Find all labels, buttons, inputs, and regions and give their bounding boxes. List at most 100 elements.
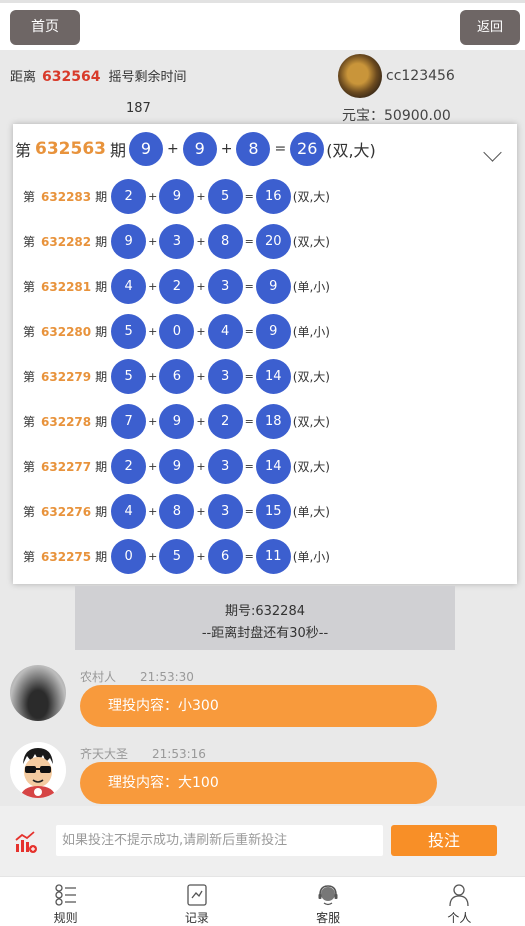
result-tag: (单,小) [292,550,330,564]
tab-label: 个人 [447,911,472,925]
plus-sign: + [148,460,158,473]
history-issue-number: 632281 [41,279,92,294]
collapse-chevron-icon[interactable] [483,132,511,162]
back-button[interactable]: 返回 [460,10,520,45]
equals-sign: = [244,460,254,473]
result-ball: 5 [159,539,195,574]
history-issue-number: 632282 [41,234,92,249]
result-ball: 9 [182,132,217,166]
history-issue-number: 632277 [41,459,92,474]
result-ball: 5 [207,179,243,214]
issue-suffix: 期 [110,141,127,160]
bet-input[interactable] [56,825,383,856]
issue-suffix: 期 [95,505,108,519]
history-issue-number: 632275 [41,549,92,564]
result-ball: 9 [111,224,147,259]
plus-sign: + [196,325,206,338]
bet-bar: 投注 [0,806,525,876]
issue-suffix: 期 [95,415,108,429]
period-notice: 期号:632284 --距离封盘还有30秒-- [75,586,455,650]
issue-prefix: 第 [23,415,36,429]
result-sum-ball: 11 [255,539,291,574]
equals-sign: = [244,505,254,518]
history-result-row: 第 632277 期 2 +9 +3 = 14 (双,大) [23,449,330,484]
history-result-row: 第 632280 期 5 +0 +4 = 9 (单,小) [23,314,330,349]
balance: 元宝：50900.00 [342,108,451,124]
result-tag: (双,大) [292,190,330,204]
equals-sign: = [244,415,254,428]
result-tag: (双,大) [292,460,330,474]
history-result-row: 第 632279 期 5 +6 +3 = 14 (双,大) [23,359,330,394]
draw-info: 距离 632564 摇号剩余时间 187 cc123456 元宝：50900.00 [0,50,525,130]
issue-prefix: 第 [15,141,32,160]
cartoon-avatar-icon [10,742,66,798]
countdown-timer: 187 [126,101,151,116]
plus-sign: + [148,415,158,428]
plus-sign: + [148,190,158,203]
trend-chart-icon[interactable] [14,830,38,854]
results-dropdown: 第 632563 期 9 + 9 + 8 = 26 (双,大) 第 632283 期… [13,124,517,584]
result-ball: 3 [207,269,243,304]
result-tag: (双,大) [292,415,330,429]
result-ball: 5 [111,314,147,349]
plus-sign: + [196,280,206,293]
plus-sign: + [196,190,206,203]
plus-sign: + [148,505,158,518]
result-sum-ball: 15 [255,494,291,529]
user-avatar[interactable] [338,54,382,98]
home-button[interactable]: 首页 [10,10,80,45]
result-ball: 4 [111,494,147,529]
tab-rules[interactable]: 规则 [0,877,131,926]
history-result-row: 第 632278 期 7 +9 +2 = 18 (双,大) [23,404,330,439]
result-tag: (单,小) [292,325,330,339]
avatar[interactable] [10,665,66,721]
avatar[interactable] [10,742,66,798]
message-user: 农村人 [80,670,117,684]
result-ball: 7 [111,404,147,439]
result-sum-ball: 9 [255,269,291,304]
history-issue-number: 632283 [41,189,92,204]
plus-sign: + [148,370,158,383]
result-ball: 3 [207,494,243,529]
countdown-prefix: 距离 [10,70,37,85]
result-ball: 5 [111,359,147,394]
result-ball: 2 [207,404,243,439]
next-issue-number: 632564 [42,69,101,85]
issue-prefix: 第 [23,190,36,204]
result-ball: 6 [159,359,195,394]
result-ball: 2 [111,179,147,214]
history-result-row: 第 632276 期 4 +8 +3 = 15 (单,大) [23,494,330,529]
message-meta: 农村人 21:53:30 [80,668,194,685]
result-sum-ball: 16 [255,179,291,214]
plus-sign: + [148,235,158,248]
history-issue-number: 632276 [41,504,92,519]
period-number: 期号:632284 [224,604,305,619]
message-user: 齐天大圣 [80,747,129,761]
result-ball: 8 [159,494,195,529]
result-sum-ball: 14 [255,449,291,484]
result-ball: 9 [159,179,195,214]
result-tag: (双,大) [326,141,376,160]
plus-sign: + [196,505,206,518]
tab-profile[interactable]: 个人 [394,877,525,926]
issue-suffix: 期 [95,190,108,204]
profile-icon [449,884,470,907]
tab-label: 规则 [53,911,78,925]
equals-sign: = [274,141,287,157]
history-result-row: 第 632281 期 4 +2 +3 = 9 (单,小) [23,269,330,304]
tab-customer-service[interactable]: 客服 [263,877,394,926]
issue-prefix: 第 [23,280,36,294]
result-sum-ball: 18 [255,404,291,439]
history-result-row: 第 632275 期 0 +5 +6 = 11 (单,小) [23,539,330,574]
result-ball: 3 [207,359,243,394]
latest-issue-number: 632563 [35,139,106,159]
plus-sign: + [196,415,206,428]
records-icon [187,884,207,906]
bottom-tab-bar: 规则 记录 客服 个人 [0,876,525,926]
bet-button[interactable]: 投注 [391,825,497,856]
tab-records[interactable]: 记录 [131,877,262,926]
tab-label: 记录 [184,911,209,925]
history-issue-number: 632280 [41,324,92,339]
equals-sign: = [244,370,254,383]
result-tag: (双,大) [292,370,330,384]
